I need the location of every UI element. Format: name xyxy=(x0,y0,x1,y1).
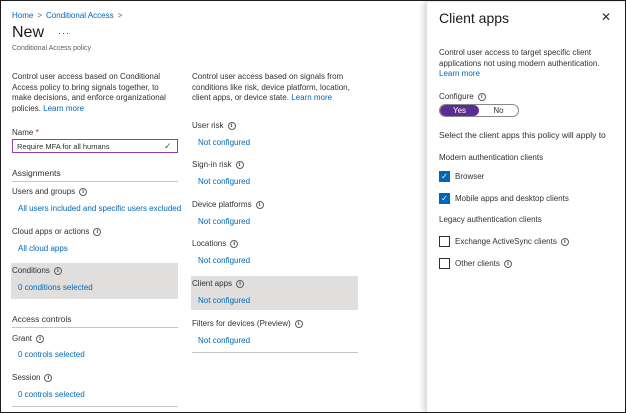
divider xyxy=(192,352,358,353)
conditions-link[interactable]: 0 conditions selected xyxy=(18,283,93,292)
right-learn-more-link[interactable]: Learn more xyxy=(291,93,332,102)
configure-toggle[interactable]: Yes No xyxy=(439,104,519,117)
select-client-apps-text: Select the client apps this policy will … xyxy=(439,130,606,140)
locations-link[interactable]: Not configured xyxy=(198,256,250,265)
user-risk-label: User risk i xyxy=(192,121,236,130)
device-platforms-label: Device platforms i xyxy=(192,200,264,209)
page-title: New xyxy=(12,24,45,41)
client-apps-label: Client apps i xyxy=(192,279,245,288)
browser-option[interactable]: ✓ Browser xyxy=(439,171,484,182)
toggle-no[interactable]: No xyxy=(479,105,518,116)
filters-devices-link[interactable]: Not configured xyxy=(198,336,250,345)
more-options-button[interactable]: ··· xyxy=(58,28,70,38)
info-icon[interactable]: i xyxy=(255,200,264,209)
session-link[interactable]: 0 controls selected xyxy=(18,390,85,399)
mobile-desktop-option[interactable]: ✓ Mobile apps and desktop clients xyxy=(439,193,569,204)
sign-in-risk-label: Sign-in risk i xyxy=(192,160,244,169)
grant-label: Grant i xyxy=(12,334,45,343)
info-icon[interactable]: i xyxy=(227,121,236,130)
session-label: Session i xyxy=(12,373,53,382)
info-icon[interactable]: i xyxy=(44,373,53,382)
client-apps-panel: Client apps ✕ Control user access to tar… xyxy=(426,2,625,412)
divider xyxy=(12,181,178,182)
panel-learn-more-link[interactable]: Learn more xyxy=(439,69,480,78)
users-groups-label: Users and groups i xyxy=(12,187,88,196)
info-icon[interactable]: i xyxy=(294,319,303,328)
sign-in-risk-link[interactable]: Not configured xyxy=(198,177,250,186)
other-clients-option[interactable]: Other clients i xyxy=(439,258,512,269)
browser-label: Browser xyxy=(455,172,485,181)
user-risk-link[interactable]: Not configured xyxy=(198,138,250,147)
mobile-desktop-checkbox[interactable]: ✓ xyxy=(439,193,450,204)
panel-description: Control user access to target specific c… xyxy=(439,48,619,80)
assignments-heading: Assignments xyxy=(12,168,61,178)
breadcrumb-conditional-access[interactable]: Conditional Access xyxy=(46,11,114,20)
breadcrumb-home[interactable]: Home xyxy=(12,11,33,20)
breadcrumb-separator: > xyxy=(117,11,123,20)
users-groups-link[interactable]: All users included and specific users ex… xyxy=(18,204,181,213)
browser-checkbox[interactable]: ✓ xyxy=(439,171,450,182)
locations-label: Locations i xyxy=(192,239,239,248)
exchange-activesync-checkbox[interactable] xyxy=(439,236,450,247)
grant-link[interactable]: 0 controls selected xyxy=(18,350,85,359)
info-icon[interactable]: i xyxy=(79,187,88,196)
info-icon[interactable]: i xyxy=(230,239,239,248)
mobile-desktop-label: Mobile apps and desktop clients xyxy=(455,194,569,203)
device-platforms-link[interactable]: Not configured xyxy=(198,217,250,226)
required-asterisk: * xyxy=(35,128,39,137)
page-subtitle: Conditional Access policy xyxy=(12,45,91,52)
valid-check-icon: ✓ xyxy=(164,141,172,151)
exchange-activesync-option[interactable]: Exchange ActiveSync clients i xyxy=(439,236,569,247)
configure-label: Configure i xyxy=(439,92,486,101)
info-icon[interactable]: i xyxy=(93,227,102,236)
breadcrumb-separator: > xyxy=(37,11,43,20)
info-icon[interactable]: i xyxy=(236,279,245,288)
policy-blade: Home > Conditional Access > New ··· Conditi… xyxy=(2,2,424,412)
info-icon[interactable]: i xyxy=(503,259,512,268)
breadcrumb: Home > Conditional Access > xyxy=(12,11,126,20)
info-icon[interactable]: i xyxy=(36,334,45,343)
name-input[interactable] xyxy=(12,139,178,153)
info-icon[interactable]: i xyxy=(560,237,569,246)
legacy-auth-heading: Legacy authentication clients xyxy=(439,215,542,224)
divider xyxy=(12,327,178,328)
cloud-apps-label: Cloud apps or actions i xyxy=(12,227,102,236)
client-apps-link[interactable]: Not configured xyxy=(198,296,250,305)
panel-description-text: Control user access to target specific c… xyxy=(439,48,600,68)
other-clients-checkbox[interactable] xyxy=(439,258,450,269)
toggle-yes[interactable]: Yes xyxy=(440,105,479,116)
filters-devices-label: Filters for devices (Preview) i xyxy=(192,319,303,328)
exchange-activesync-label: Exchange ActiveSync clients xyxy=(455,237,557,246)
modern-auth-heading: Modern authentication clients xyxy=(439,153,544,162)
left-learn-more-link[interactable]: Learn more xyxy=(43,104,84,113)
access-controls-heading: Access controls xyxy=(12,314,72,324)
divider xyxy=(12,406,178,407)
info-icon[interactable]: i xyxy=(477,92,486,101)
cloud-apps-link[interactable]: All cloud apps xyxy=(18,244,68,253)
other-clients-label: Other clients xyxy=(455,259,500,268)
left-description-text: Control user access based on Conditional… xyxy=(12,72,166,113)
window: Home > Conditional Access > New ··· Conditi… xyxy=(0,0,626,413)
close-icon[interactable]: ✕ xyxy=(601,10,611,24)
left-description: Control user access based on Conditional… xyxy=(12,72,180,114)
conditions-label: Conditions i xyxy=(12,266,62,275)
panel-title: Client apps xyxy=(439,10,510,26)
right-description: Control user access based on signals fro… xyxy=(192,72,360,104)
info-icon[interactable]: i xyxy=(53,266,62,275)
info-icon[interactable]: i xyxy=(235,160,244,169)
name-label: Name * xyxy=(12,128,39,137)
